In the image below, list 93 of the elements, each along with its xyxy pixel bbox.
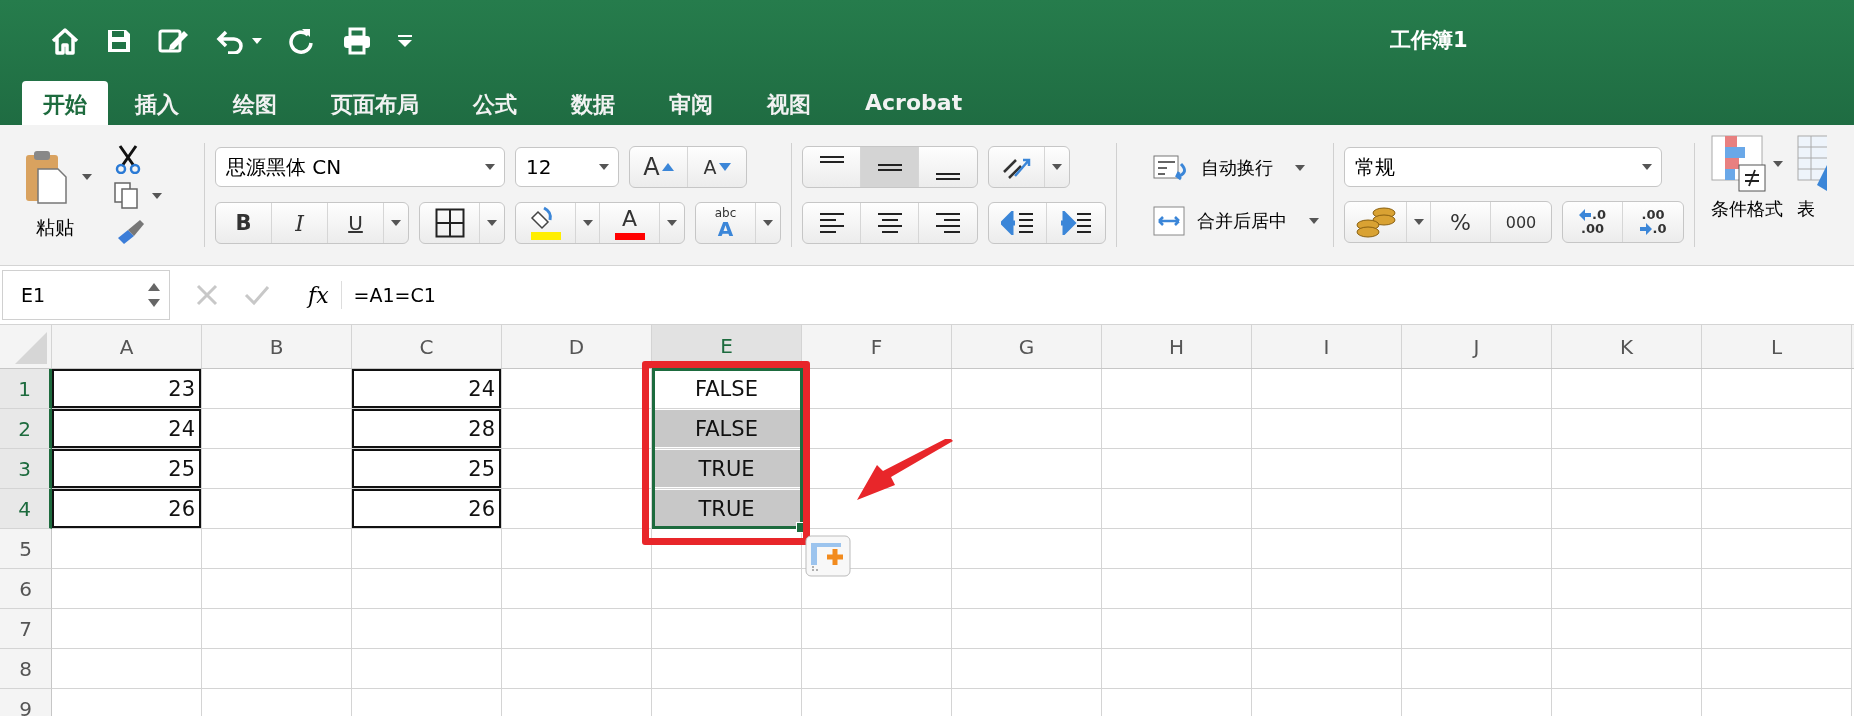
decrease-decimal-button[interactable]: .00 .0 xyxy=(1623,202,1683,242)
ribbon-tab[interactable]: 绘图 xyxy=(212,81,298,125)
name-box[interactable]: E1 xyxy=(2,270,170,320)
row-header[interactable]: 4 xyxy=(0,489,52,529)
bold-button[interactable]: B xyxy=(216,203,272,243)
ribbon-tab[interactable]: 页面布局 xyxy=(310,81,440,125)
caret-icon[interactable] xyxy=(82,174,92,180)
decrease-font-button[interactable]: A xyxy=(688,147,746,187)
wrap-text-icon xyxy=(1153,154,1189,182)
row-header[interactable]: 9 xyxy=(0,689,52,716)
row-header[interactable]: 7 xyxy=(0,609,52,649)
column-header[interactable]: K xyxy=(1552,325,1702,368)
table-cell: 24 xyxy=(352,369,502,409)
down-triangle-icon xyxy=(718,163,731,171)
ribbon-tab[interactable]: 数据 xyxy=(550,81,636,125)
column-header[interactable]: G xyxy=(952,325,1102,368)
number-format-dropdown[interactable]: 常规 xyxy=(1344,147,1662,187)
check-icon[interactable] xyxy=(244,284,270,306)
row-header[interactable]: 2 xyxy=(0,409,52,449)
right-arrow-lines-icon xyxy=(1059,211,1093,235)
left-arrow-lines-icon xyxy=(1000,211,1035,235)
lines-icon xyxy=(934,211,962,235)
column-header[interactable]: I xyxy=(1252,325,1402,368)
edit-icon[interactable] xyxy=(158,27,190,55)
table-icon xyxy=(1797,135,1827,193)
font-name-dropdown[interactable]: 思源黑体 CN xyxy=(215,147,505,187)
wrap-text-button[interactable]: 自动换行 xyxy=(1153,154,1319,182)
right-arrow-icon xyxy=(1639,223,1652,236)
lines-icon xyxy=(819,155,844,163)
table-cell: 26 xyxy=(352,489,502,529)
table-cell: 25 xyxy=(52,449,202,489)
merge-center-button[interactable]: 合并后居中 xyxy=(1153,206,1319,236)
column-header[interactable]: B xyxy=(202,325,352,368)
caret-icon[interactable] xyxy=(152,193,162,199)
scissors-icon[interactable] xyxy=(114,144,142,174)
thousands-button[interactable]: 000 xyxy=(1491,202,1551,242)
increase-font-button[interactable]: A xyxy=(630,147,688,187)
lines-icon xyxy=(936,172,960,180)
lines-icon xyxy=(877,163,902,171)
table-cell: 25 xyxy=(352,449,502,489)
conditional-format-button[interactable]: 条件格式 xyxy=(1711,135,1783,265)
column-header[interactable]: A xyxy=(52,325,202,368)
window-title: 工作簿1 xyxy=(1390,27,1468,54)
format-table-button[interactable]: 表 xyxy=(1797,135,1827,265)
table-cell: 24 xyxy=(52,409,202,449)
undo-icon[interactable] xyxy=(216,28,246,54)
redo-icon[interactable] xyxy=(288,27,316,55)
ribbon-tab[interactable]: 视图 xyxy=(746,81,832,125)
row-header[interactable]: 1 xyxy=(0,369,52,409)
ribbon-tab[interactable]: 公式 xyxy=(452,81,538,125)
print-icon[interactable] xyxy=(342,27,372,55)
ribbon-tab[interactable]: Acrobat xyxy=(844,81,984,125)
italic-button[interactable]: I xyxy=(272,203,328,243)
clipboard-icon[interactable] xyxy=(24,149,68,205)
lines-icon xyxy=(817,211,846,235)
row-header[interactable]: 3 xyxy=(0,449,52,489)
formula-input[interactable]: =A1=C1 xyxy=(353,284,436,306)
underline-button[interactable]: U xyxy=(328,203,384,243)
column-header[interactable]: J xyxy=(1402,325,1552,368)
row-header[interactable]: 6 xyxy=(0,569,52,609)
lines-icon xyxy=(875,211,904,235)
ribbon-tab[interactable]: 审阅 xyxy=(648,81,734,125)
font-size-dropdown[interactable]: 12 xyxy=(515,147,619,187)
column-header[interactable]: H xyxy=(1102,325,1252,368)
home-icon[interactable] xyxy=(50,27,80,55)
increase-decimal-button[interactable]: .0 .00 xyxy=(1563,202,1623,242)
merge-cells-icon xyxy=(1153,206,1185,236)
table-cell: TRUE xyxy=(652,489,802,529)
table-cell: FALSE xyxy=(652,409,802,449)
table-cell: 26 xyxy=(52,489,202,529)
up-triangle-icon xyxy=(661,163,674,171)
column-header[interactable]: L xyxy=(1702,325,1852,368)
caret-icon[interactable] xyxy=(252,38,262,44)
conditional-format-icon xyxy=(1711,135,1767,193)
grid-icon xyxy=(434,208,465,238)
insert-function-button[interactable]: fx xyxy=(308,282,329,308)
ribbon-tab[interactable]: 开始 xyxy=(22,81,108,125)
coins-icon xyxy=(1353,205,1398,239)
row-header[interactable]: 8 xyxy=(0,649,52,689)
column-header[interactable]: C xyxy=(352,325,502,368)
table-cell: 23 xyxy=(52,369,202,409)
left-arrow-icon xyxy=(1579,208,1591,221)
column-header[interactable]: F xyxy=(802,325,952,368)
save-icon[interactable] xyxy=(106,28,132,54)
percent-button[interactable]: % xyxy=(1431,202,1491,242)
vertical-align-button[interactable] xyxy=(861,147,919,187)
customize-toolbar-icon[interactable] xyxy=(398,35,412,47)
copy-icon[interactable] xyxy=(114,182,140,210)
table-cell: 28 xyxy=(352,409,502,449)
paste-label[interactable]: 粘贴 xyxy=(36,215,74,241)
table-cell: TRUE xyxy=(652,449,802,489)
row-header[interactable]: 5 xyxy=(0,529,52,569)
ribbon-tab[interactable]: 插入 xyxy=(114,81,200,125)
